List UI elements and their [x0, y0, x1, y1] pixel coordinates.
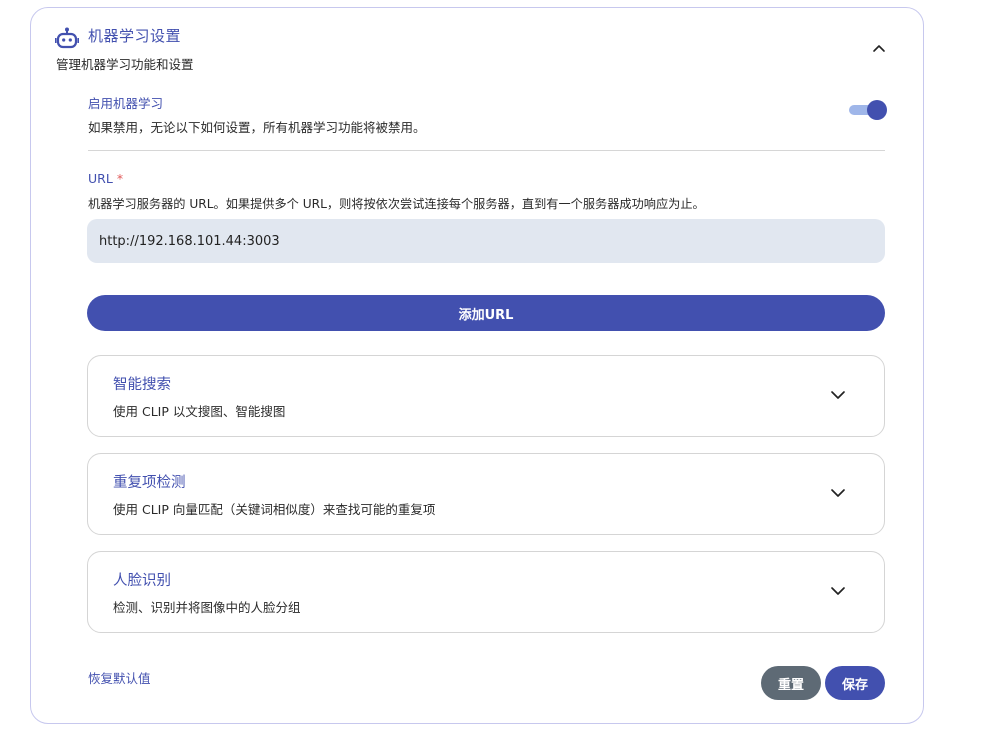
- url-input[interactable]: [87, 219, 885, 263]
- reset-button[interactable]: 重置: [761, 666, 821, 700]
- toggle-knob: [867, 100, 887, 120]
- section-description: 检测、识别并将图像中的人脸分组: [113, 600, 301, 615]
- section-header: 人脸识别: [113, 573, 171, 589]
- robot-icon: [55, 26, 80, 50]
- ml-settings-card: 机器学习设置 管理机器学习功能和设置 启用机器学习 如果禁用，无论以下如何设置，…: [30, 7, 924, 724]
- divider: [88, 150, 885, 151]
- face-recognition-section[interactable]: 人脸识别 检测、识别并将图像中的人脸分组: [87, 551, 885, 633]
- chevron-down-icon: [831, 489, 845, 497]
- required-mark: *: [116, 171, 124, 186]
- section-description: 使用 CLIP 以文搜图、智能搜图: [113, 404, 286, 419]
- smart-search-section[interactable]: 智能搜索 使用 CLIP 以文搜图、智能搜图: [87, 355, 885, 437]
- section-header: 智能搜索: [113, 377, 171, 393]
- section-subtitle: 管理机器学习功能和设置: [56, 57, 194, 72]
- section-title: 机器学习设置: [88, 27, 182, 45]
- chevron-down-icon: [831, 587, 845, 595]
- enable-ml-label: 启用机器学习: [88, 96, 164, 111]
- duplicate-detection-section[interactable]: 重复项检测 使用 CLIP 向量匹配（关键词相似度）来查找可能的重复项: [87, 453, 885, 535]
- section-header: 重复项检测: [113, 475, 186, 491]
- restore-defaults-link[interactable]: 恢复默认值: [88, 668, 151, 687]
- chevron-down-icon: [831, 391, 845, 399]
- save-button[interactable]: 保存: [825, 666, 885, 700]
- add-url-button[interactable]: 添加URL: [87, 295, 885, 331]
- enable-ml-description: 如果禁用，无论以下如何设置，所有机器学习功能将被禁用。: [88, 120, 426, 135]
- url-description: 机器学习服务器的 URL。如果提供多个 URL，则将按依次尝试连接每个服务器，直…: [88, 197, 705, 211]
- url-label-text: URL: [88, 171, 113, 186]
- enable-ml-toggle[interactable]: [849, 99, 889, 121]
- url-label: URL *: [88, 171, 123, 186]
- section-description: 使用 CLIP 向量匹配（关键词相似度）来查找可能的重复项: [113, 502, 436, 517]
- chevron-up-icon: [873, 45, 885, 52]
- collapse-button[interactable]: [867, 36, 891, 60]
